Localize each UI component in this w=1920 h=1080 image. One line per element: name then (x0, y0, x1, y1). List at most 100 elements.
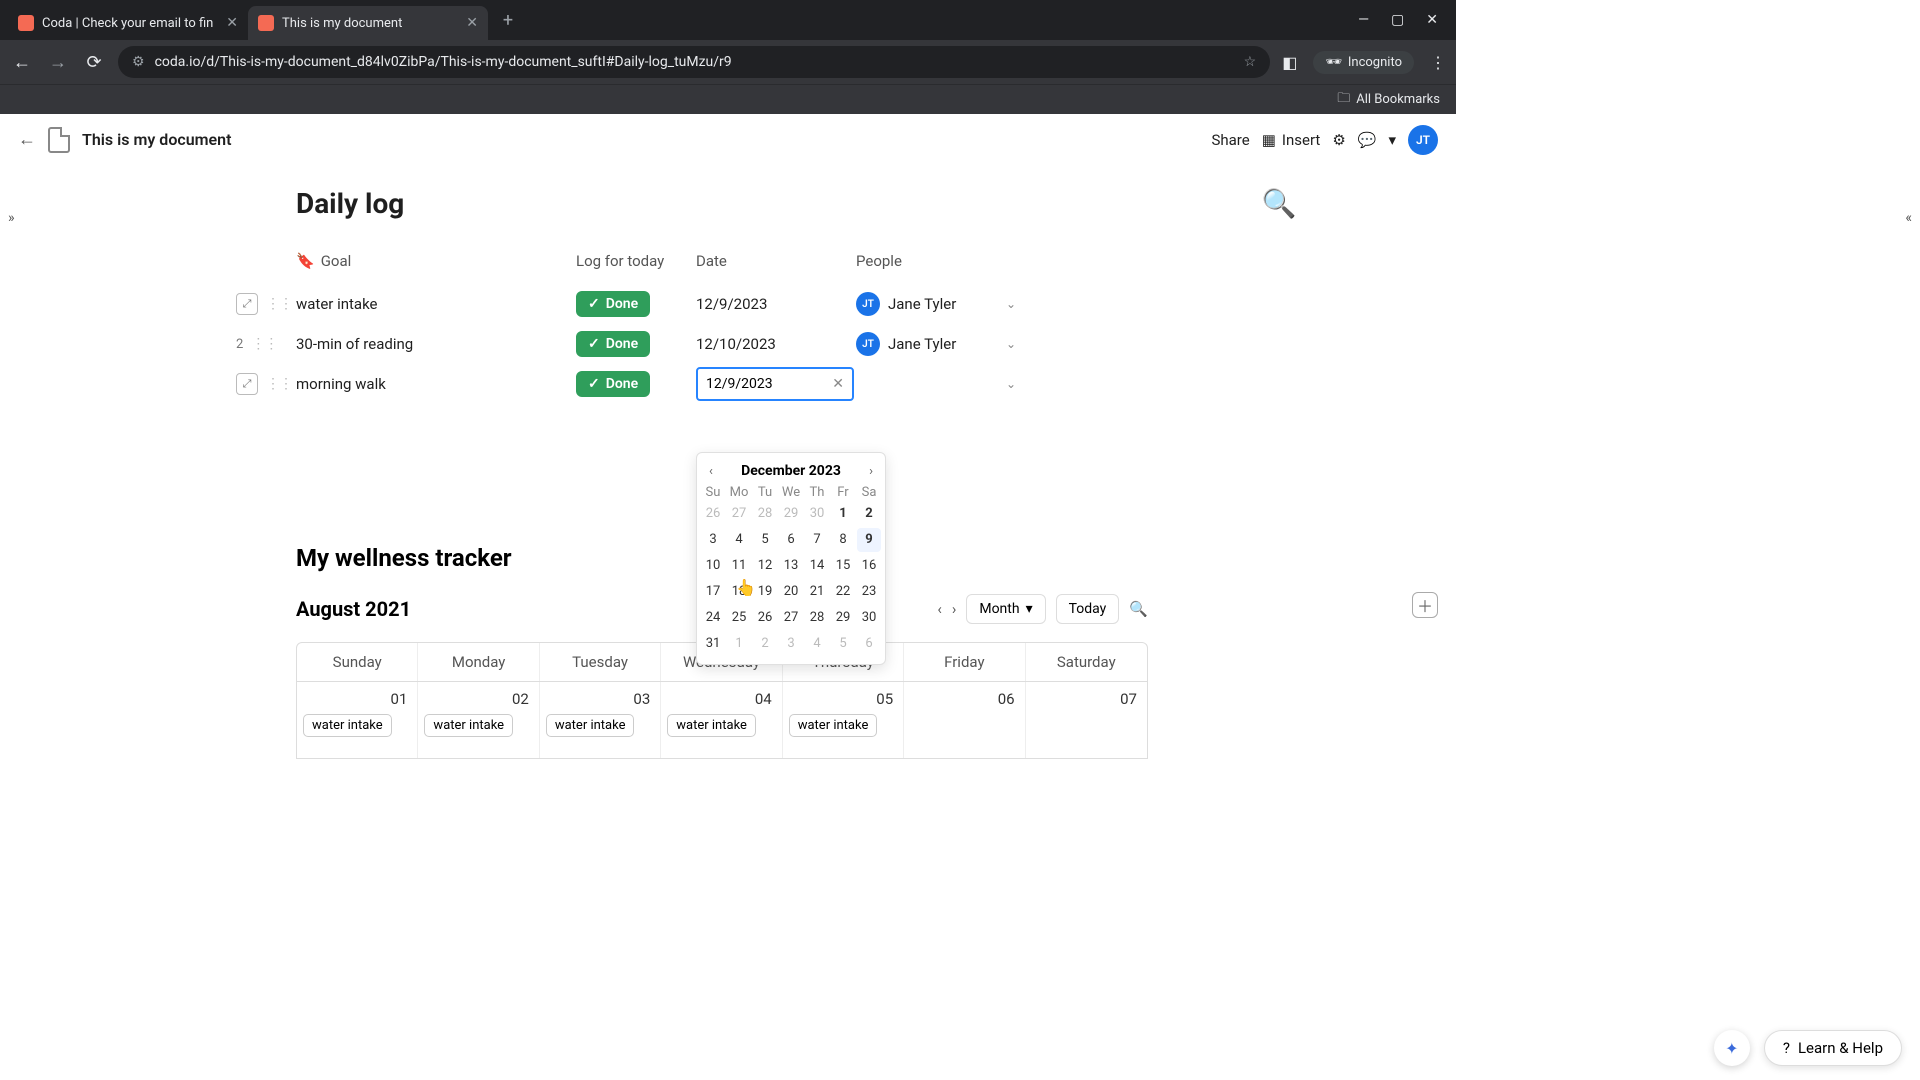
ai-sparkle-button[interactable]: ✦ (1714, 1030, 1750, 1066)
calendar-day[interactable]: 16 (857, 554, 881, 578)
forward-icon[interactable]: → (46, 52, 70, 73)
calendar-day[interactable]: 25 (727, 606, 751, 630)
date-input-field[interactable] (706, 376, 806, 392)
calendar-day[interactable]: 11 (727, 554, 751, 578)
calendar-day[interactable]: 5 (831, 632, 855, 656)
calendar-day[interactable]: 26 (753, 606, 777, 630)
share-button[interactable]: Share (1211, 131, 1249, 149)
done-button[interactable]: ✓ Done (576, 331, 650, 357)
chevron-down-icon[interactable]: ⌄ (1006, 297, 1016, 311)
calendar-day[interactable]: 20 (779, 580, 803, 604)
calendar-day[interactable]: 12 (753, 554, 777, 578)
search-icon[interactable]: 🔍 (1262, 186, 1296, 220)
calendar-day[interactable]: 22 (831, 580, 855, 604)
calendar-day[interactable]: 27 (779, 606, 803, 630)
expand-sidebar-right[interactable]: « (1905, 210, 1912, 226)
clear-icon[interactable]: ✕ (832, 376, 844, 392)
calendar-day[interactable]: 31 (701, 632, 725, 656)
all-bookmarks-button[interactable]: 🗀 All Bookmarks (1337, 89, 1440, 111)
calendar-day[interactable]: 4 (727, 528, 751, 552)
calendar-day[interactable]: 1 (831, 502, 855, 526)
people-cell[interactable]: ⌄ (856, 377, 1016, 391)
calendar-day[interactable]: 14 (805, 554, 829, 578)
drag-handle-icon[interactable]: ⋮⋮ (251, 336, 277, 352)
calendar-cell[interactable]: 01water intake (297, 682, 418, 758)
calendar-day[interactable]: 4 (805, 632, 829, 656)
calendar-day[interactable]: 28 (753, 502, 777, 526)
calendar-cell[interactable]: 07 (1026, 682, 1147, 758)
calendar-day[interactable]: 18 (727, 580, 751, 604)
comments-icon[interactable]: 💬 (1358, 131, 1377, 149)
star-icon[interactable]: ☆ (1244, 54, 1257, 70)
calendar-day[interactable]: 13 (779, 554, 803, 578)
maximize-icon[interactable]: ▢ (1391, 12, 1404, 28)
calendar-day[interactable]: 19 (753, 580, 777, 604)
calendar-cell[interactable]: 04water intake (661, 682, 782, 758)
document-title[interactable]: This is my document (82, 130, 231, 149)
insert-button[interactable]: ▦ Insert (1262, 131, 1321, 149)
expand-row-icon[interactable]: ⤢ (236, 373, 258, 395)
site-settings-icon[interactable]: ⚙ (132, 54, 145, 70)
browser-tab-active[interactable]: This is my document ✕ (248, 6, 488, 40)
calendar-day[interactable]: 26 (701, 502, 725, 526)
date-cell[interactable]: 12/10/2023 (696, 335, 856, 353)
event-chip[interactable]: water intake (424, 714, 513, 737)
event-chip[interactable]: water intake (546, 714, 635, 737)
done-button[interactable]: ✓ Done (576, 291, 650, 317)
today-button[interactable]: Today (1056, 594, 1120, 624)
drag-handle-icon[interactable]: ⋮⋮ (266, 296, 292, 312)
calendar-day[interactable]: 3 (701, 528, 725, 552)
people-cell[interactable]: JTJane Tyler⌄ (856, 332, 1016, 356)
event-chip[interactable]: water intake (789, 714, 878, 737)
view-selector[interactable]: Month▾ (966, 594, 1045, 624)
calendar-cell[interactable]: 03water intake (540, 682, 661, 758)
browser-tab[interactable]: Coda | Check your email to fin ✕ (8, 6, 248, 40)
back-icon[interactable]: ← (10, 52, 34, 73)
calendar-day[interactable]: 28 (805, 606, 829, 630)
table-row[interactable]: ⤢⋮⋮morning walk✓ Done✕⌄ (296, 364, 1016, 404)
calendar-day[interactable]: 6 (779, 528, 803, 552)
date-cell[interactable]: ✕ (696, 367, 856, 401)
calendar-day[interactable]: 27 (727, 502, 751, 526)
calendar-day[interactable]: 5 (753, 528, 777, 552)
calendar-cell[interactable]: 05water intake (783, 682, 904, 758)
next-month-icon[interactable]: › (869, 464, 873, 479)
calendar-day[interactable]: 8 (831, 528, 855, 552)
picker-month[interactable]: December 2023 (741, 463, 841, 479)
learn-help-button[interactable]: ? Learn & Help (1764, 1030, 1902, 1066)
table-row[interactable]: ⤢⋮⋮water intake✓ Done12/9/2023JTJane Tyl… (296, 284, 1016, 324)
col-log[interactable]: Log for today (576, 252, 696, 270)
calendar-day[interactable]: 3 (779, 632, 803, 656)
chevron-down-icon[interactable]: ⌄ (1006, 377, 1016, 391)
event-chip[interactable]: water intake (303, 714, 392, 737)
goal-cell[interactable]: morning walk (296, 375, 576, 393)
col-people[interactable]: People (856, 252, 1016, 270)
search-icon[interactable]: 🔍 (1129, 600, 1148, 618)
prev-month-icon[interactable]: ‹ (709, 464, 713, 479)
prev-month-icon[interactable]: ‹ (937, 600, 942, 618)
overflow-icon[interactable]: ⋮ (1430, 53, 1446, 72)
calendar-day[interactable]: 29 (779, 502, 803, 526)
calendar-day[interactable]: 2 (753, 632, 777, 656)
table-row[interactable]: 2⋮⋮30-min of reading✓ Done12/10/2023JTJa… (296, 324, 1016, 364)
new-tab-button[interactable]: + (494, 6, 522, 34)
date-input[interactable]: ✕ (696, 367, 854, 401)
drag-handle-icon[interactable]: ⋮⋮ (266, 376, 292, 392)
avatar[interactable]: JT (1408, 125, 1438, 155)
url-field[interactable]: ⚙ coda.io/d/This-is-my-document_d84lv0Zi… (118, 46, 1270, 78)
calendar-day[interactable]: 17 (701, 580, 725, 604)
event-chip[interactable]: water intake (667, 714, 756, 737)
gear-icon[interactable]: ⚙ (1332, 131, 1345, 149)
done-button[interactable]: ✓ Done (576, 371, 650, 397)
calendar-day[interactable]: 10 (701, 554, 725, 578)
close-icon[interactable]: ✕ (226, 15, 238, 31)
goal-cell[interactable]: water intake (296, 295, 576, 313)
calendar-cell[interactable]: 02water intake (418, 682, 539, 758)
calendar-day[interactable]: 1 (727, 632, 751, 656)
next-month-icon[interactable]: › (952, 600, 957, 618)
add-row-button[interactable]: ＋ (1412, 592, 1438, 618)
col-goal[interactable]: Goal (321, 252, 352, 270)
close-window-icon[interactable]: ✕ (1426, 12, 1438, 28)
expand-row-icon[interactable]: ⤢ (236, 293, 258, 315)
minimize-icon[interactable]: — (1358, 12, 1369, 28)
